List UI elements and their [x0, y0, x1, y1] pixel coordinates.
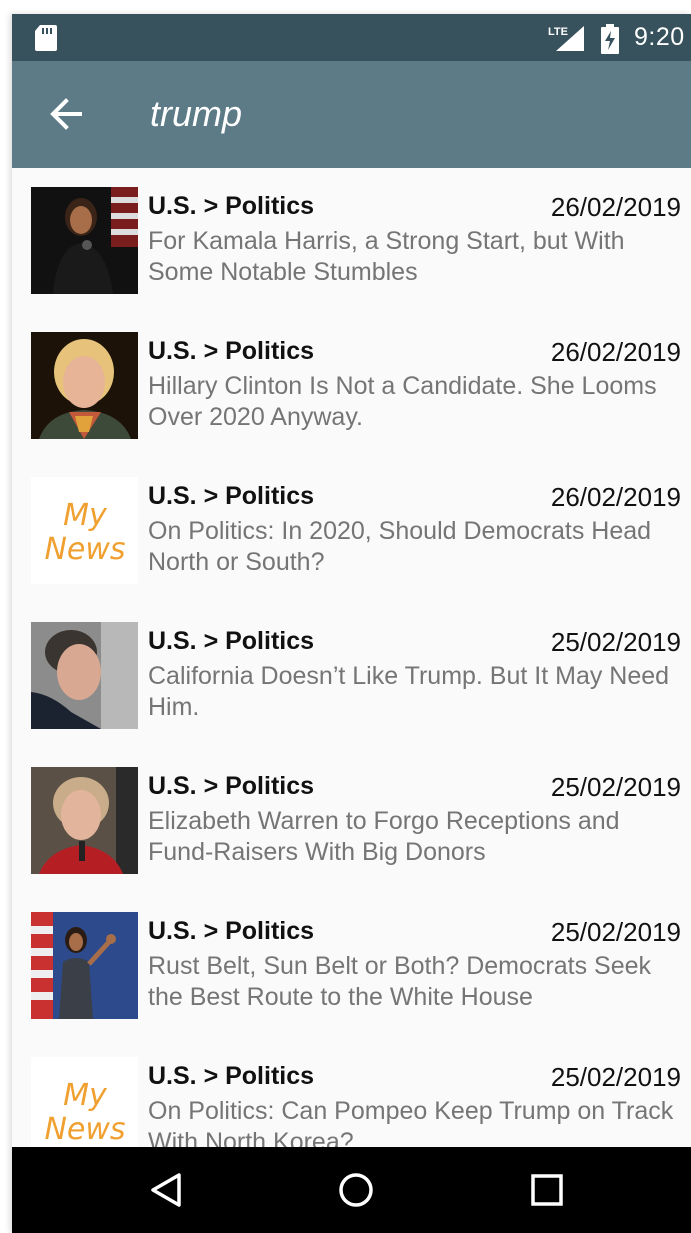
news-thumbnail [31, 767, 138, 874]
status-time: 9:20 [634, 23, 685, 51]
news-section: U.S. > Politics [148, 482, 315, 510]
news-photo-thumbnail [31, 187, 138, 294]
news-section: U.S. > Politics [148, 772, 315, 800]
news-date: 25/02/2019 [550, 1062, 681, 1092]
news-date: 25/02/2019 [550, 772, 681, 802]
news-headline: Rust Belt, Sun Belt or Both? Democrats S… [148, 952, 652, 1011]
news-date: 25/02/2019 [550, 627, 681, 657]
home-circle-icon [339, 1173, 373, 1207]
news-section: U.S. > Politics [148, 337, 315, 365]
svg-text:News: News [44, 1112, 125, 1147]
news-headline: California Doesn’t Like Trump. But It Ma… [148, 662, 670, 721]
news-thumbnail [31, 332, 138, 439]
news-photo-thumbnail [31, 622, 138, 729]
news-item[interactable]: U.S. > Politics 25/02/2019 Rust Belt, Su… [12, 893, 691, 1038]
news-item[interactable]: U.S. > Politics 26/02/2019 Hillary Clint… [12, 313, 691, 458]
news-section: U.S. > Politics [148, 1062, 315, 1090]
news-headline: Elizabeth Warren to Forgo Receptions and… [148, 807, 620, 866]
news-date: 26/02/2019 [550, 192, 681, 222]
news-photo-thumbnail [31, 912, 138, 1019]
news-date: 26/02/2019 [550, 337, 681, 367]
news-photo-thumbnail [31, 767, 138, 874]
back-triangle-icon [151, 1173, 181, 1207]
news-section: U.S. > Politics [148, 917, 315, 945]
news-item[interactable]: U.S. > Politics 26/02/2019 For Kamala Ha… [12, 168, 691, 313]
news-list[interactable]: U.S. > Politics 26/02/2019 For Kamala Ha… [12, 168, 691, 1147]
news-item[interactable]: U.S. > Politics 25/02/2019 California Do… [12, 603, 691, 748]
news-item[interactable]: My News U.S. > Politics 26/02/2019 On Po… [12, 458, 691, 603]
news-headline: For Kamala Harris, a Strong Start, but W… [148, 227, 625, 286]
news-section: U.S. > Politics [148, 192, 315, 220]
mynews-logo-thumbnail: My News [31, 1057, 138, 1147]
svg-text:News: News [44, 532, 125, 567]
news-headline: On Politics: Can Pompeo Keep Trump on Tr… [148, 1097, 674, 1147]
mynews-logo: My News [31, 477, 138, 584]
news-section: U.S. > Politics [148, 627, 315, 655]
sd-card-icon [35, 25, 57, 51]
news-date: 26/02/2019 [550, 482, 681, 512]
news-item[interactable]: U.S. > Politics 25/02/2019 Elizabeth War… [12, 748, 691, 893]
phone-screen: LTE 9:20 trump U.S. > Politics 26/02/201… [12, 14, 691, 1233]
news-photo-thumbnail [31, 332, 138, 439]
svg-text:My: My [63, 1078, 108, 1113]
news-thumbnail [31, 912, 138, 1019]
mynews-logo: My News [31, 1057, 138, 1147]
arrow-back-icon [50, 98, 82, 130]
battery-charging-icon [601, 24, 619, 54]
system-nav-bar [12, 1147, 691, 1233]
svg-text:My: My [63, 498, 108, 533]
news-thumbnail [31, 187, 138, 294]
news-item[interactable]: My News U.S. > Politics 25/02/2019 On Po… [12, 1038, 691, 1147]
network-label: LTE [548, 26, 568, 38]
recents-square-icon [531, 1174, 563, 1206]
app-toolbar: trump [12, 61, 691, 168]
news-date: 25/02/2019 [550, 917, 681, 947]
news-headline: On Politics: In 2020, Should Democrats H… [148, 517, 652, 576]
nav-recents-button[interactable] [517, 1165, 577, 1215]
lte-signal-icon: LTE [548, 26, 584, 51]
nav-home-button[interactable] [326, 1165, 386, 1215]
status-bar: LTE 9:20 [12, 14, 691, 61]
back-button[interactable] [40, 86, 96, 142]
search-query-title: trump [150, 93, 243, 134]
news-thumbnail [31, 622, 138, 729]
news-headline: Hillary Clinton Is Not a Candidate. She … [148, 372, 657, 431]
mynews-logo-thumbnail: My News [31, 477, 138, 584]
nav-back-button[interactable] [135, 1165, 195, 1215]
